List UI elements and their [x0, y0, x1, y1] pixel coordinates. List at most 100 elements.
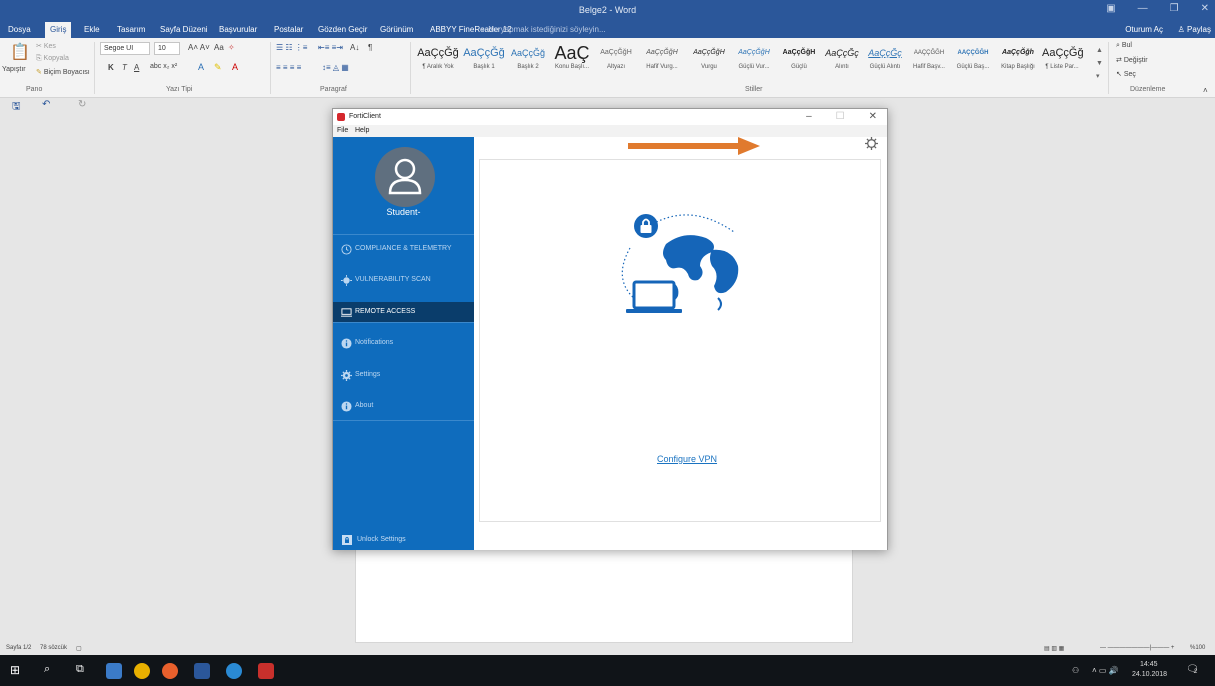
sign-in-link[interactable]: Oturum Aç [1125, 25, 1163, 34]
font-size-combo[interactable]: 10 [154, 42, 180, 55]
ribbon-display-options-icon[interactable]: ▣ [1106, 3, 1115, 14]
share-button[interactable]: ♙ Paylaş [1178, 25, 1211, 34]
page-count[interactable]: Sayfa 1/2 [6, 645, 31, 651]
word-taskbar-icon[interactable] [194, 663, 210, 679]
close-icon[interactable]: ✕ [869, 111, 877, 122]
menu-file[interactable]: File [337, 127, 348, 134]
windows-start-icon[interactable]: ⊞ [10, 663, 26, 679]
proofing-icon[interactable]: ▢ [76, 645, 82, 652]
paste-button[interactable]: Yapıştır [2, 66, 26, 73]
style-intense-quote[interactable]: AaÇçĞç Güçlü Alıntı [864, 42, 906, 84]
replace-button[interactable]: ⇄ Değiştir [1116, 56, 1148, 64]
close-icon[interactable]: ✕ [1201, 3, 1209, 14]
tab-gorunum[interactable]: Görünüm [380, 25, 413, 34]
style-quote[interactable]: AaÇçĞç Alıntı [822, 42, 862, 84]
group-label-paragraph: Paragraf [320, 86, 347, 93]
system-tray-icons[interactable]: ˄ ▭ 🔊 [1092, 666, 1119, 675]
chrome-icon[interactable] [134, 663, 150, 679]
taskbar: ⊞ ⌕ ⧉ ⚇ ˄ ▭ 🔊 14:45 24.10.2018 🗨 2 [0, 655, 1215, 686]
redo-icon[interactable]: ↻ [78, 99, 86, 110]
zoom-slider[interactable]: — ———————|——— + [1100, 645, 1174, 651]
bold-icon[interactable]: K [108, 63, 114, 72]
maximize-icon[interactable]: ☐ [836, 111, 845, 122]
minimize-icon[interactable]: — [1138, 3, 1148, 14]
style-list-paragraph[interactable]: AaÇçĞğ ¶ Liste Par... [1042, 42, 1084, 84]
text-effects-icon[interactable]: A [198, 62, 204, 72]
document-page[interactable] [355, 550, 853, 643]
collapse-ribbon-icon[interactable]: ˄ [1203, 86, 1208, 95]
style-book-title[interactable]: AaÇçĞğh Kitap Başlığı [996, 42, 1040, 84]
style-strong[interactable]: AaÇçĞğH Güçlü [778, 42, 820, 84]
font-color-icon[interactable]: A [232, 62, 238, 72]
tab-sayfa-duzeni[interactable]: Sayfa Düzeni [160, 25, 208, 34]
forticlient-taskbar-icon[interactable] [258, 663, 274, 679]
style-intense-emphasis[interactable]: AaÇçĞğH Güçlü Vur... [732, 42, 776, 84]
task-view-icon[interactable]: ⧉ [76, 663, 92, 679]
bullets-numbering-icons[interactable]: ☰ ☷ ⋮≡ [276, 43, 307, 52]
style-title[interactable]: AaÇ Konu Başlı... [550, 42, 594, 84]
indent-icons[interactable]: ⇤≡ ≡⇥ [318, 43, 343, 52]
tab-ekle[interactable]: Ekle [84, 25, 100, 34]
paste-icon[interactable]: 📋 [10, 42, 30, 62]
pilcrow-icon[interactable]: ¶ [368, 43, 372, 52]
change-case-button[interactable]: Aa [214, 43, 224, 52]
sidebar-item-notifications[interactable]: Notifications [333, 333, 474, 353]
save-icon[interactable]: 🖫 [12, 99, 21, 116]
line-spacing-shading-border-icons[interactable]: ↕≡ ◬ ▦ [322, 63, 349, 72]
unlock-settings-button[interactable]: Unlock Settings [333, 534, 474, 550]
zoom-level[interactable]: %100 [1190, 645, 1205, 651]
select-button[interactable]: ↖ Seç [1116, 70, 1136, 78]
people-icon[interactable]: ⚇ [1072, 666, 1079, 675]
view-mode-icons[interactable]: ▤ ▥ ▦ [1044, 645, 1064, 652]
sidebar-item-compliance[interactable]: COMPLIANCE & TELEMETRY [333, 239, 474, 259]
grow-font-icon[interactable]: A˄ A˅ [188, 43, 210, 52]
search-icon[interactable]: ⌕ [44, 663, 60, 679]
style-intense-reference[interactable]: AAÇÇĞĞH Güçlü Baş... [952, 42, 994, 84]
tell-me-box[interactable]: ♀ Ne yapmak istediğinizi söyleyin... [480, 25, 606, 34]
style-no-spacing[interactable]: AaÇçĞğ ¶ Aralık Yok [416, 42, 460, 84]
tab-giris[interactable]: Giriş [45, 22, 72, 38]
sidebar-item-label: Notifications [355, 339, 394, 346]
file-explorer-icon[interactable] [106, 663, 122, 679]
style-sample: AaÇçĞç [868, 48, 902, 58]
style-subtle-reference[interactable]: AAÇÇĞĞH Hafif Başv... [908, 42, 950, 84]
tab-dosya[interactable]: Dosya [8, 25, 31, 34]
sidebar-item-about[interactable]: About [333, 396, 474, 416]
italic-icon[interactable]: T [122, 63, 127, 72]
alignment-icons[interactable]: ≡ ≡ ≡ ≡ [276, 63, 301, 72]
font-name-combo[interactable]: Segoe UI [100, 42, 150, 55]
tab-postalar[interactable]: Postalar [274, 25, 303, 34]
cortana-icon[interactable] [226, 663, 242, 679]
menu-help[interactable]: Help [355, 127, 369, 134]
firefox-icon[interactable] [162, 663, 178, 679]
cut-button[interactable]: ✂ Kes [36, 42, 56, 50]
undo-icon[interactable]: ↶ [42, 99, 50, 110]
style-subtitle[interactable]: AaÇçĞğH Altyazı [596, 42, 636, 84]
style-emphasis[interactable]: AaÇçĞğH Vurgu [688, 42, 730, 84]
minimize-icon[interactable]: – [806, 111, 812, 122]
format-painter-button[interactable]: ✎ Biçim Boyacısı [36, 68, 90, 76]
clear-format-icon[interactable]: ✧ [228, 43, 235, 52]
sidebar-item-settings[interactable]: Settings [333, 365, 474, 385]
tab-gozden-gecir[interactable]: Gözden Geçir [318, 25, 367, 34]
sidebar-item-vulnerability-scan[interactable]: VULNERABILITY SCAN [333, 270, 474, 290]
gear-icon[interactable] [865, 137, 878, 150]
sort-icon[interactable]: A↓ [350, 43, 359, 52]
styles-scroll-icons[interactable]: ▲ ▼ ▾ [1096, 44, 1103, 83]
copy-button[interactable]: ⎘ Kopyala [36, 55, 69, 63]
clock-time[interactable]: 14:45 [1140, 661, 1158, 668]
word-count[interactable]: 78 sözcük [40, 645, 67, 651]
style-subtle-emphasis[interactable]: AaÇçĞğH Hafif Vurg... [638, 42, 686, 84]
underline-icon[interactable]: A [134, 63, 139, 72]
clock-date[interactable]: 24.10.2018 [1132, 671, 1167, 678]
style-heading-2[interactable]: AaÇçĞğ Başlık 2 [508, 42, 548, 84]
strike-sub-sup-icons[interactable]: abc x₂ x² [150, 63, 177, 70]
tab-tasarim[interactable]: Tasarım [117, 25, 145, 34]
configure-vpn-link[interactable]: Configure VPN [657, 454, 717, 464]
find-button[interactable]: ⌕ Bul [1116, 42, 1132, 50]
style-heading-1[interactable]: AaÇçĞğ Başlık 1 [462, 42, 506, 84]
tab-basvurular[interactable]: Başvurular [219, 25, 257, 34]
restore-icon[interactable]: ❐ [1170, 3, 1179, 14]
sidebar-item-remote-access[interactable]: REMOTE ACCESS [333, 302, 474, 322]
highlight-icon[interactable]: ✎ [214, 62, 222, 73]
